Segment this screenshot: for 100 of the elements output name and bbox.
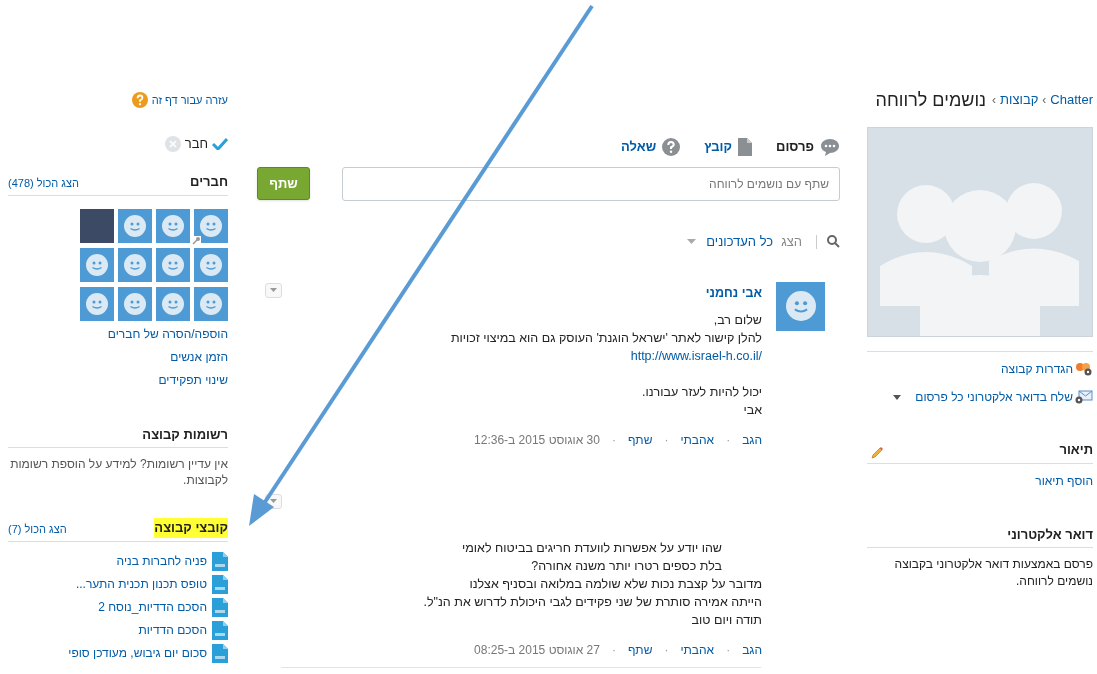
post-action-link[interactable]: הגב xyxy=(742,430,762,449)
section-heading: דואר אלקטרוני xyxy=(1007,525,1093,544)
envelope-gear-icon xyxy=(1075,390,1093,404)
post-text: בלת כספים רטרו יותר משנה אחורה? xyxy=(531,558,722,573)
pencil-icon[interactable] xyxy=(870,445,884,460)
default-avatar[interactable] xyxy=(194,247,228,282)
doc-file-icon xyxy=(212,551,228,571)
post-text: להלן קישור לאתר 'ישראל הוגנת' העוסק גם הוא במיצוי זכויות xyxy=(450,330,762,345)
publisher-tab[interactable]: קובץ xyxy=(704,137,753,157)
file-link[interactable]: פניה לחברות בניה xyxy=(116,552,207,570)
separator-dot: · xyxy=(611,641,616,659)
smiley-icon xyxy=(200,253,222,276)
post-text: אבי xyxy=(743,402,762,417)
user-avatar[interactable] xyxy=(776,281,825,331)
separator-dot: · xyxy=(664,431,669,449)
default-avatar[interactable] xyxy=(118,286,152,321)
section-heading: תיאור xyxy=(1059,441,1093,459)
caret-icon[interactable] xyxy=(893,394,902,400)
publisher-tab[interactable]: שאלה xyxy=(621,137,681,157)
key-icon xyxy=(192,235,201,245)
member-action-link[interactable]: הזמן אנשים xyxy=(8,347,228,366)
feed-filter-dropdown[interactable]: כל העדכונים xyxy=(687,232,774,252)
smiley-icon xyxy=(124,253,146,276)
search-icon[interactable] xyxy=(827,235,840,249)
smiley-icon xyxy=(162,214,184,237)
group-gear-icon xyxy=(1075,362,1093,376)
smiley-icon xyxy=(86,292,108,315)
post-text: שלום רב, xyxy=(713,312,762,327)
section-heading: חברים xyxy=(190,173,228,191)
doc-file-icon xyxy=(212,620,228,640)
help-icon[interactable] xyxy=(131,92,148,108)
file-link[interactable]: טופס תכנון תכנית התער... xyxy=(75,575,207,593)
smiley-icon xyxy=(785,291,816,321)
smiley-icon xyxy=(162,253,184,276)
post-action-link[interactable]: שתף xyxy=(627,640,653,659)
default-avatar[interactable] xyxy=(156,286,190,321)
member-action-link[interactable]: שינוי תפקידים xyxy=(8,370,228,389)
file-link[interactable]: הסכם הדדיות_נוסח 2 xyxy=(98,598,207,616)
group-action-link[interactable]: שלח בדואר אלקטרוני כל פרסום xyxy=(915,388,1073,406)
caret-icon xyxy=(270,499,277,503)
separator-dot: · xyxy=(726,641,731,659)
filter-label: הצג xyxy=(781,233,802,251)
publisher-tab[interactable]: פרסום xyxy=(776,137,840,157)
document-icon xyxy=(738,138,753,156)
page-title: נושמים לרווחה xyxy=(875,88,987,112)
file-link[interactable]: סכום יום גיבוש, מעודכן סופי xyxy=(68,644,207,662)
breadcrumb-separator: › xyxy=(992,92,997,109)
default-avatar[interactable] xyxy=(194,286,228,321)
smiley-icon xyxy=(162,292,184,315)
author-link[interactable]: אבי נחמני xyxy=(296,283,762,302)
default-avatar[interactable] xyxy=(156,208,190,243)
file-link[interactable]: הסכם הדדיות xyxy=(138,621,207,639)
caret-icon xyxy=(687,239,697,245)
add-description-link[interactable]: הוסף תיאור xyxy=(867,471,1093,490)
smiley-icon xyxy=(124,292,146,315)
help-link[interactable]: עזרה עבור דף זה xyxy=(151,91,228,109)
post-text: יכול להיות לעזר עבורנו. xyxy=(641,384,762,399)
separator-dot: · xyxy=(726,431,731,449)
dropdown-button[interactable] xyxy=(265,282,282,298)
caret-icon xyxy=(270,288,277,292)
smiley-icon xyxy=(200,292,222,315)
notes-info-text: אין עדיין רשומות? למידע על הוספת רשומות לקבוצות. xyxy=(9,456,228,488)
smiley-icon xyxy=(86,253,108,276)
separator-dot: · xyxy=(611,431,616,449)
default-avatar[interactable] xyxy=(194,208,228,243)
post-text: מדובר על קצבת נכות שלא שולמה במלואה ובסניף אצלנו xyxy=(469,576,762,591)
show-all-link[interactable]: הצג הכול (478) xyxy=(8,175,79,192)
url-link[interactable]: http://www.israel-h.co.il/ xyxy=(630,348,762,363)
post-timestamp: 27 אוגוסט 2015 ב-08:25 xyxy=(474,641,600,659)
post-text: הייתה אמירה סותרת של שני פקידים לגבי היכולת לדרוש את הנ"ל. xyxy=(423,594,762,609)
section-heading: רשומות קבוצה xyxy=(142,425,228,444)
photo-placeholder[interactable] xyxy=(80,208,114,243)
default-avatar[interactable] xyxy=(80,286,114,321)
post-text: תודה ויום טוב xyxy=(691,612,762,627)
doc-file-icon xyxy=(212,597,228,617)
smiley-icon xyxy=(200,214,222,237)
doc-file-icon xyxy=(212,643,228,663)
post-timestamp: 30 אוגוסט 2015 ב-12:36 xyxy=(474,431,600,449)
breadcrumb-link[interactable]: Chatter xyxy=(1050,90,1093,110)
post-text: שהו יודע על אפשרות לוועדת חריגים בביטוח לאומי xyxy=(462,540,722,555)
post-action-link[interactable]: אהבתי xyxy=(680,430,715,449)
breadcrumb-link[interactable]: קבוצות xyxy=(1000,90,1039,110)
show-all-link[interactable]: הצג הכול (7) xyxy=(8,521,67,538)
email-info-text: פרסם באמצעות דואר אלקטרוני בקבוצה נושמים לרווחה. xyxy=(893,556,1093,590)
post-action-link[interactable]: אהבתי xyxy=(680,640,715,659)
share-input[interactable]: שתף עם נושמים לרווחה xyxy=(342,167,840,201)
breadcrumb-separator: › xyxy=(1042,92,1047,109)
post-action-link[interactable]: הגב xyxy=(742,640,762,659)
smiley-icon xyxy=(124,214,146,237)
doc-file-icon xyxy=(212,574,228,594)
speech-bubble-icon xyxy=(820,138,840,156)
section-heading: קובצי קבוצה xyxy=(154,518,228,538)
help-icon xyxy=(662,138,681,156)
membership-status: חבר xyxy=(184,135,208,154)
close-icon xyxy=(168,140,177,148)
member-action-link[interactable]: הוספה/הסרה של חברים xyxy=(8,324,228,343)
default-avatar[interactable] xyxy=(156,247,190,282)
post-action-link[interactable]: שתף xyxy=(627,430,653,449)
separator-dot: · xyxy=(664,641,669,659)
group-action-link[interactable]: הגדרות קבוצה xyxy=(1001,360,1073,378)
